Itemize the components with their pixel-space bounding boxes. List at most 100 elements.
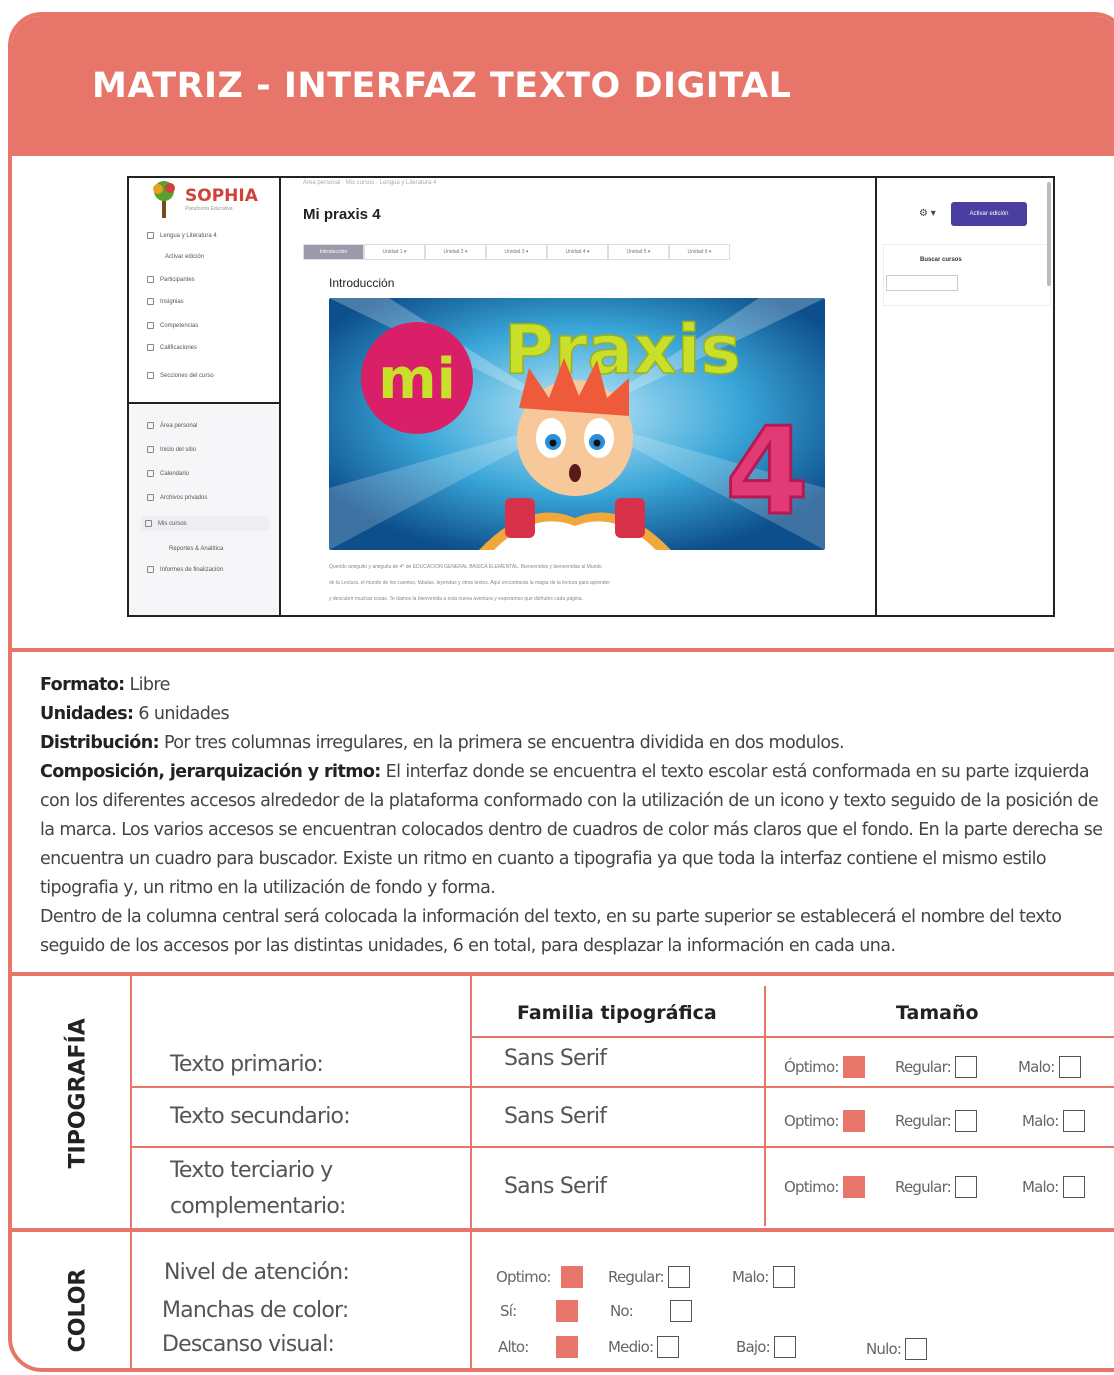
brand-name: SOPHIA — [185, 186, 258, 206]
checkbox-checked[interactable] — [842, 1176, 865, 1198]
tab-introduction[interactable]: Introducción — [303, 244, 364, 260]
course-title: Mi praxis 4 — [303, 206, 381, 223]
nav-item-my-courses[interactable]: Mis cursos — [141, 516, 269, 531]
nav-item[interactable]: Archivos privados — [147, 494, 267, 501]
attention-option: Regular: — [608, 1266, 690, 1288]
color-row-label: Nivel de atención: — [164, 1260, 350, 1285]
tab-unit-6[interactable]: Unidad 6 ▾ — [669, 244, 730, 260]
list-icon — [147, 372, 154, 379]
nav-item[interactable]: Reportes & Analítica — [169, 546, 289, 552]
svg-text:Praxis: Praxis — [504, 311, 741, 390]
checkbox[interactable] — [954, 1110, 977, 1132]
intro-heading: Introducción — [329, 276, 395, 290]
checkbox[interactable] — [954, 1176, 977, 1198]
table-rule — [132, 1086, 1114, 1088]
size-option: Malo: — [1018, 1056, 1081, 1078]
checkbox-checked[interactable] — [556, 1300, 578, 1322]
typo-row-label: Texto terciario y — [170, 1158, 333, 1183]
size-option: Óptimo: — [784, 1056, 865, 1078]
divider — [12, 972, 1114, 976]
checkbox[interactable] — [773, 1336, 796, 1358]
distribution-line: Distribución: Por tres columnas irregula… — [40, 733, 845, 753]
header-band: MATRIZ - INTERFAZ TEXTO DIGITAL — [12, 16, 1114, 156]
checkbox[interactable] — [657, 1336, 680, 1358]
nav-item[interactable]: Insignias — [147, 298, 267, 305]
course-search-block: Buscar cursos — [883, 244, 1051, 306]
nav-item[interactable]: Lengua y Literatura 4 — [147, 232, 267, 239]
table-divider — [470, 974, 472, 1368]
files-icon — [147, 494, 154, 501]
checkbox[interactable] — [905, 1338, 928, 1360]
description: Formato: Libre Unidades: 6 unidades Dist… — [40, 671, 1105, 961]
central-column-paragraph: Dentro de la columna central será coloca… — [40, 907, 1062, 956]
nav-item[interactable]: Inicio del sitio — [147, 446, 267, 453]
table-rule — [472, 1036, 1114, 1038]
typo-row-label-cont: complementario: — [170, 1194, 346, 1219]
nav-item[interactable]: Secciones del curso — [147, 372, 267, 379]
typo-family-value: Sans Serif — [504, 1174, 607, 1199]
calendar-icon — [147, 470, 154, 477]
home-icon — [147, 422, 154, 429]
nav-item[interactable]: Informes de finalización — [147, 566, 267, 573]
checkbox[interactable] — [667, 1266, 690, 1288]
format-line: Formato: Libre — [40, 675, 170, 695]
checkbox[interactable] — [1058, 1056, 1081, 1078]
size-option: Regular: — [895, 1056, 977, 1078]
course-icon — [147, 232, 154, 239]
spots-option: Sí: — [500, 1300, 578, 1322]
size-option: Malo: — [1022, 1110, 1085, 1132]
nav-item[interactable]: Calificaciones — [147, 344, 267, 351]
breadcrumb[interactable]: Área personal · Mis cursos · Lengua y Li… — [303, 180, 436, 186]
checkbox-checked[interactable] — [560, 1266, 583, 1288]
rest-option: Bajo: — [736, 1336, 796, 1358]
site-icon — [147, 446, 154, 453]
rest-option: Medio: — [608, 1336, 680, 1358]
nav-item[interactable]: Competencias — [147, 322, 267, 329]
course-search-input[interactable] — [886, 275, 958, 291]
nav-item[interactable]: Participantes — [147, 276, 267, 283]
checkbox-checked[interactable] — [842, 1110, 865, 1132]
unit-tabs: Introducción Unidad 1 ▾ Unidad 2 ▾ Unida… — [303, 244, 730, 260]
matrix-card: MATRIZ - INTERFAZ TEXTO DIGITAL SOPHIA P… — [8, 12, 1114, 1372]
tab-unit-5[interactable]: Unidad 5 ▾ — [608, 244, 669, 260]
left-module-top: SOPHIA Plataforma Educativa Lengua y Lit… — [129, 178, 279, 404]
size-column-header: Tamaño — [896, 1002, 979, 1024]
svg-text:4: 4 — [725, 403, 809, 542]
nav-item[interactable]: Calendario — [147, 470, 267, 477]
table-rule — [132, 1146, 1114, 1148]
checkbox[interactable] — [772, 1266, 795, 1288]
check-icon — [147, 322, 154, 329]
gear-icon[interactable]: ⚙ ▾ — [919, 208, 936, 219]
checkbox[interactable] — [670, 1300, 692, 1322]
units-line: Unidades: 6 unidades — [40, 704, 230, 724]
brand-tagline: Plataforma Educativa — [185, 206, 233, 212]
checkbox[interactable] — [1062, 1110, 1085, 1132]
nav-item[interactable]: Activar edición — [165, 254, 285, 260]
scrollbar[interactable] — [1047, 182, 1051, 286]
badge-icon — [147, 298, 154, 305]
checkbox[interactable] — [1062, 1176, 1085, 1198]
svg-text:mi: mi — [378, 347, 456, 412]
rest-option: Nulo: — [866, 1338, 928, 1360]
tab-unit-1[interactable]: Unidad 1 ▾ — [364, 244, 425, 260]
search-label: Buscar cursos — [920, 257, 962, 263]
interface-screenshot: SOPHIA Plataforma Educativa Lengua y Lit… — [127, 176, 1055, 617]
typo-row-label: Texto secundario: — [170, 1104, 351, 1129]
nav-item[interactable]: Área personal — [147, 422, 267, 429]
edit-mode-button[interactable]: Activar edición — [951, 202, 1027, 226]
report-icon — [147, 566, 154, 573]
checkbox-checked[interactable] — [556, 1336, 578, 1358]
tab-unit-4[interactable]: Unidad 4 ▾ — [547, 244, 608, 260]
sophia-logo: SOPHIA Plataforma Educativa — [149, 180, 269, 220]
size-option: Optimo: — [784, 1176, 865, 1198]
tab-unit-3[interactable]: Unidad 3 ▾ — [486, 244, 547, 260]
size-option: Malo: — [1022, 1176, 1085, 1198]
divider — [12, 1228, 1114, 1232]
checkbox[interactable] — [954, 1056, 977, 1078]
grades-icon — [147, 344, 154, 351]
composition-paragraph: Composición, jerarquización y ritmo: El … — [40, 762, 1103, 898]
checkbox-checked[interactable] — [842, 1056, 865, 1078]
intro-paragraph-line: y descubrir muchas cosas. Te damos la bi… — [329, 596, 583, 602]
size-option: Regular: — [895, 1110, 977, 1132]
tab-unit-2[interactable]: Unidad 2 ▾ — [425, 244, 486, 260]
